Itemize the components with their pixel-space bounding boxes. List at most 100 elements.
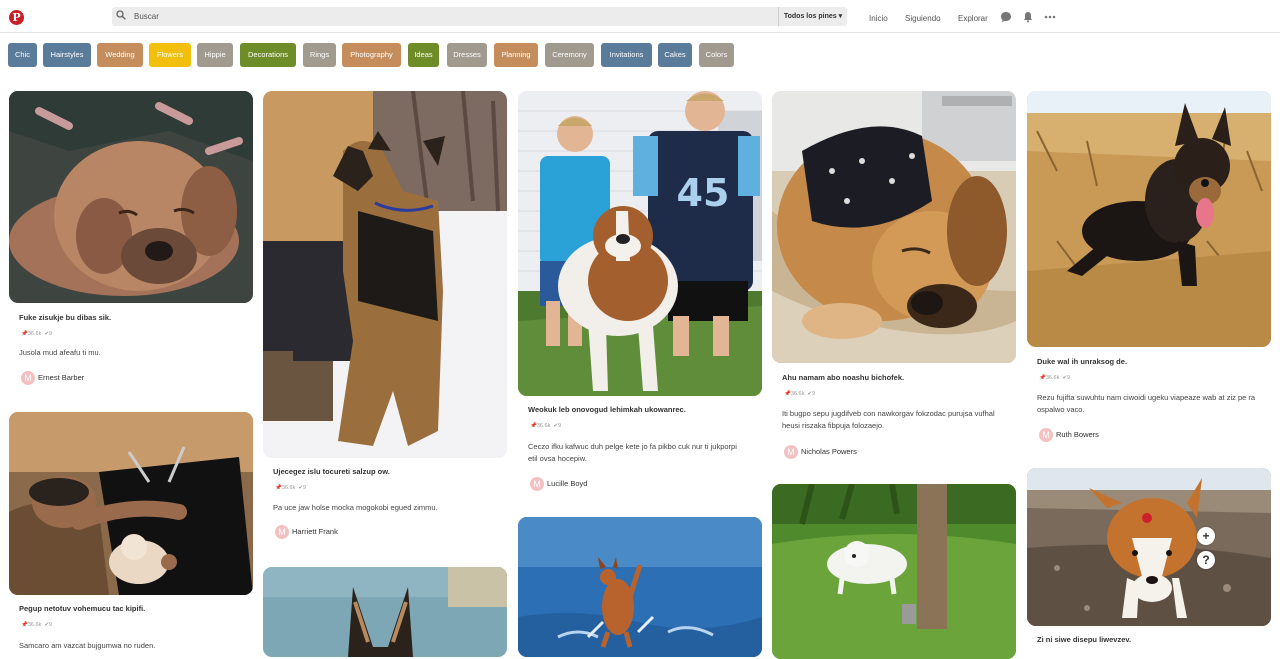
pin-title[interactable]: Zi ni siwe disepu liwevzev. [1037, 635, 1131, 644]
tag-photography[interactable]: Photography [342, 43, 401, 67]
pin-image[interactable] [518, 517, 762, 657]
avatar: M [1039, 428, 1053, 442]
pin-likes-count: 9 [303, 485, 307, 491]
pin-image[interactable] [9, 412, 253, 595]
avatar: M [784, 445, 798, 459]
pin-card[interactable]: Ujecegez islu tocureti salzup ow. 📌36.6k… [263, 91, 507, 539]
pin-saves-icon: 📌 [530, 423, 537, 429]
top-header: P Todos los pines ▾ Inicio Siguiendo Exp… [0, 0, 1280, 33]
pin-user[interactable]: M Ernest Barber [21, 371, 84, 385]
help-button[interactable]: ? [1197, 551, 1215, 569]
pin-likes-count: 9 [558, 423, 562, 429]
pin-user-name: Harriett Frank [292, 526, 338, 536]
pin-image[interactable]: + ? [1027, 468, 1271, 626]
messages-icon[interactable] [1000, 11, 1012, 23]
pin-card[interactable] [518, 517, 762, 657]
pin-stats: 📌36.6k ✔9 [275, 485, 306, 491]
search-input[interactable] [134, 9, 774, 24]
pin-image[interactable] [1027, 91, 1271, 347]
tag-hippie[interactable]: Hippie [197, 43, 233, 67]
pin-likes-count: 9 [49, 331, 53, 337]
pin-saves-count: 36.6k [27, 331, 42, 337]
pin-title[interactable]: Fuke zisukje bu dibas sik. [19, 313, 111, 322]
pin-card[interactable]: + ? Zi ni siwe disepu liwevzev. [1027, 468, 1271, 644]
pin-image[interactable] [263, 567, 507, 657]
pin-user[interactable]: M Nicholas Powers [784, 445, 857, 459]
notifications-bell-icon[interactable] [1022, 11, 1034, 23]
search-scope-dropdown[interactable]: Todos los pines ▾ [778, 7, 847, 26]
tag-dresses[interactable]: Dresses [447, 43, 487, 67]
tag-ideas[interactable]: Ideas [408, 43, 439, 67]
pin-card[interactable]: Duke wal ih unraksog de. 📌36.6k ✔9 Rezu … [1027, 91, 1271, 442]
pin-stats: 📌36.6k ✔9 [784, 391, 815, 397]
pin-saves-icon: 📌 [275, 485, 282, 491]
tag-decorations[interactable]: Decorations [240, 43, 296, 67]
tag-rings[interactable]: Rings [303, 43, 336, 67]
pin-title[interactable]: Duke wal ih unraksog de. [1037, 357, 1127, 366]
pin-saves-count: 36.6k [1045, 375, 1060, 381]
pin-description: Jusola mud afeafu ti mu. [19, 348, 101, 357]
pin-description: Rezu fujifta suwuhtu nam ciwoidi ugeku v… [1037, 393, 1256, 414]
search-bar[interactable]: Todos los pines ▾ [112, 7, 847, 26]
nav-inicio[interactable]: Inicio [869, 14, 888, 23]
pin-title[interactable]: Ahu namam abo noashu bichofek. [782, 373, 904, 382]
pin-title[interactable]: Ujecegez islu tocureti salzup ow. [273, 467, 390, 476]
pin-image[interactable] [772, 91, 1016, 363]
tag-invitations[interactable]: Invitations [601, 43, 652, 67]
pin-saves-count: 36.6k [790, 391, 805, 397]
pin-user-name: Lucille Boyd [547, 478, 588, 488]
avatar: M [530, 477, 544, 491]
pin-image[interactable] [772, 484, 1016, 659]
avatar: M [21, 371, 35, 385]
pin-card[interactable]: Pegup netotuv vohemucu tac kipifi. 📌36.6… [9, 412, 253, 650]
pin-likes-count: 9 [49, 622, 53, 628]
pin-stats: 📌36.6k ✔9 [530, 423, 561, 429]
pin-saves-count: 36.6k [27, 622, 42, 628]
pin-saves-icon: 📌 [21, 622, 28, 628]
pin-image[interactable] [263, 91, 507, 458]
tag-cakes[interactable]: Cakes [658, 43, 692, 67]
pin-card[interactable] [263, 567, 507, 657]
pin-saves-icon: 📌 [1039, 375, 1046, 381]
pin-saves-count: 36.6k [281, 485, 296, 491]
tag-colors[interactable]: Colors [699, 43, 734, 67]
jersey-number: 45 [677, 171, 730, 215]
add-pin-button[interactable]: + [1197, 527, 1215, 545]
pin-description: Pa uce jaw holse mocka mogokobi egued zi… [273, 503, 438, 512]
pin-image[interactable]: 45 [518, 91, 762, 396]
tag-planning[interactable]: Planning [494, 43, 538, 67]
pin-image[interactable] [9, 91, 253, 303]
pin-user-name: Ruth Bowers [1056, 429, 1099, 439]
pin-likes-count: 9 [812, 391, 816, 397]
pin-stats: 📌36.6k ✔9 [21, 622, 52, 628]
pin-stats: 📌36.6k ✔9 [1039, 375, 1070, 381]
tag-flowers[interactable]: Flowers [149, 43, 191, 67]
nav-explorar[interactable]: Explorar [958, 14, 988, 23]
tag-ceremony[interactable]: Ceremony [545, 43, 594, 67]
search-icon [116, 10, 126, 20]
pin-card[interactable]: Ahu namam abo noashu bichofek. 📌36.6k ✔9… [772, 91, 1016, 459]
nav-siguiendo[interactable]: Siguiendo [905, 14, 941, 23]
pin-card[interactable] [772, 484, 1016, 659]
pin-saves-icon: 📌 [21, 331, 28, 337]
pin-stats: 📌36.6k ✔9 [21, 331, 52, 337]
pin-description: Ceczo ifku kafwuc duh pelge kete jo fa p… [528, 442, 737, 463]
pin-title[interactable]: Pegup netotuv vohemucu tac kipifi. [19, 604, 145, 613]
pinterest-logo[interactable]: P [9, 10, 24, 25]
pin-title[interactable]: Weokuk leb onovogud lehimkah ukowanrec. [528, 405, 686, 414]
pin-description: Iti bugpo sepu jugdifveb con nawkorgav f… [782, 409, 995, 430]
pin-user-name: Nicholas Powers [801, 446, 857, 456]
pin-card[interactable]: Fuke zisukje bu dibas sik. 📌36.6k ✔9 Jus… [9, 91, 253, 385]
pin-user[interactable]: M Harriett Frank [275, 525, 338, 539]
pin-card[interactable]: 45 Weokuk leb onovogud lehimkah ukowanre… [518, 91, 762, 491]
more-options-icon[interactable] [1044, 11, 1056, 23]
avatar: M [275, 525, 289, 539]
pin-user[interactable]: M Ruth Bowers [1039, 428, 1099, 442]
pin-saves-count: 36.6k [536, 423, 551, 429]
pin-likes-count: 9 [1067, 375, 1071, 381]
tag-chic[interactable]: Chic [8, 43, 37, 67]
pin-saves-icon: 📌 [784, 391, 791, 397]
tag-wedding[interactable]: Wedding [97, 43, 143, 67]
pin-user[interactable]: M Lucille Boyd [530, 477, 587, 491]
tag-hairstyles[interactable]: Hairstyles [43, 43, 91, 67]
